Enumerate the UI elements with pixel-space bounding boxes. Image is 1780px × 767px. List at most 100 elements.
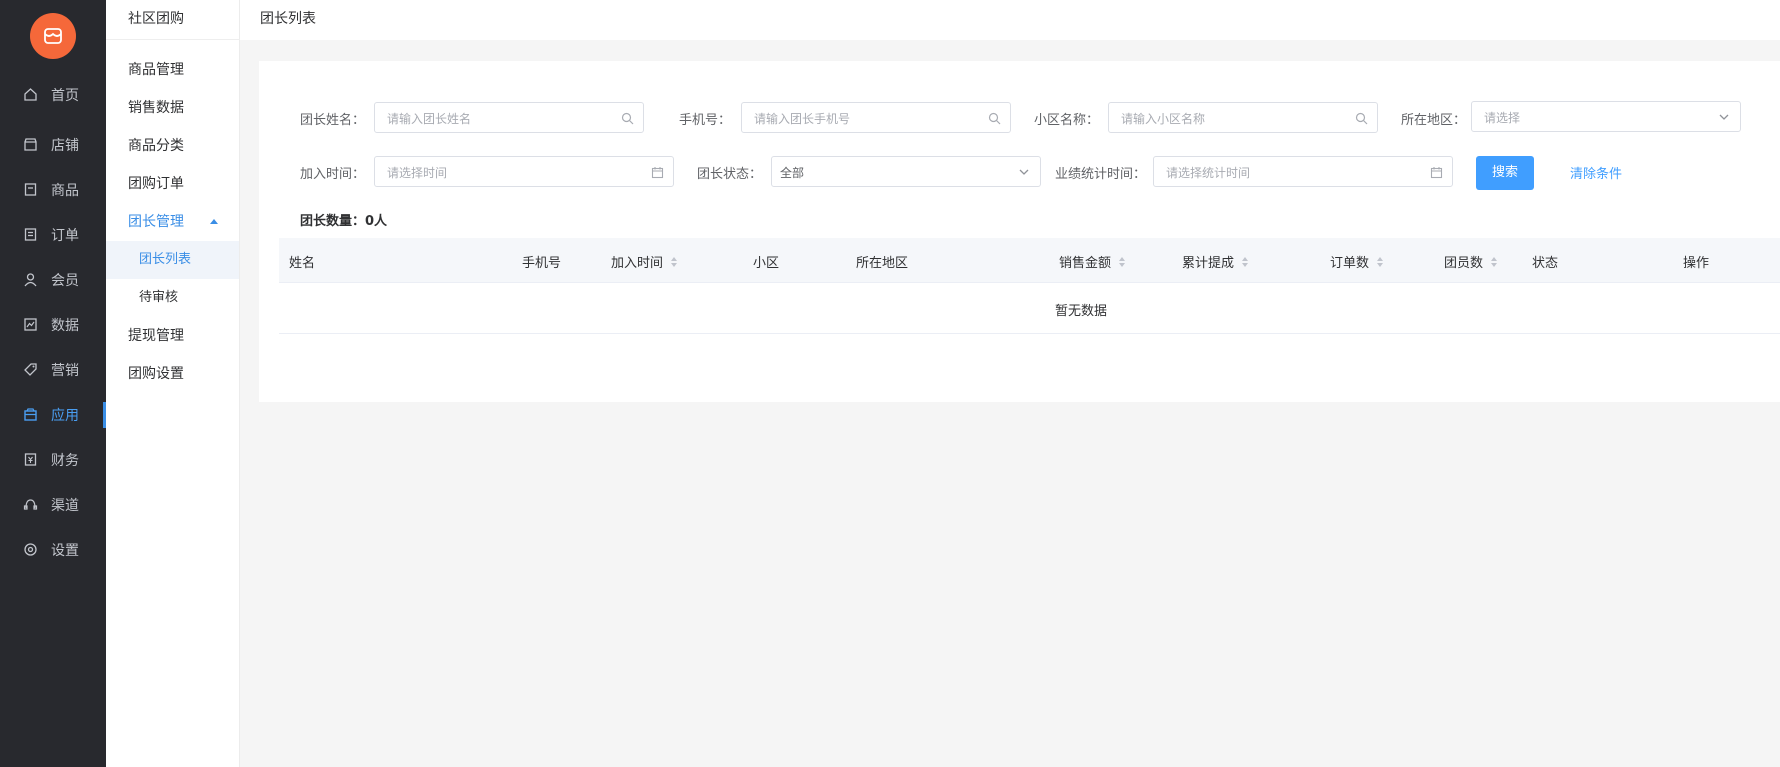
col-join-time[interactable]: 加入时间 (611, 252, 678, 271)
nav-item-channel[interactable]: 渠道 (0, 479, 106, 530)
home-icon (22, 86, 38, 102)
col-region: 所在地区 (856, 256, 909, 271)
placeholder: 请输入团长姓名 (387, 112, 472, 126)
app-icon (22, 406, 38, 422)
community-input[interactable]: 请输入小区名称 (1108, 102, 1378, 133)
status-label: 团长状态： (697, 167, 763, 182)
order-icon (22, 226, 38, 242)
page-header: 团长列表 (240, 0, 1780, 40)
phone-input[interactable]: 请输入团长手机号 (741, 102, 1011, 133)
search-icon (987, 111, 1001, 125)
nav-item-settings[interactable]: 设置 (0, 524, 106, 575)
nav-label: 设置 (51, 543, 79, 559)
chevron-down-icon (1717, 110, 1731, 124)
sub-child-pending-review[interactable]: 待审核 (106, 279, 239, 317)
col-member-count[interactable]: 团员数 (1444, 252, 1498, 271)
sort-icon[interactable] (1491, 256, 1498, 267)
sub-item-sales-data[interactable]: 销售数据 (106, 89, 239, 127)
sub-item-leader-manage[interactable]: 团长管理 (106, 203, 239, 241)
table-header: 姓名 手机号 加入时间 小区 所在地区 销售金额 累计提成 订单数 团员数 状态… (279, 238, 1780, 283)
empty-text: 暂无数据 (1055, 304, 1108, 319)
status-select[interactable]: 全部 (771, 156, 1041, 187)
nav-item-home[interactable]: 首页 (0, 69, 106, 120)
nav-item-member[interactable]: 会员 (0, 254, 106, 305)
sub-child-leader-list[interactable]: 团长列表 (106, 241, 239, 279)
table-empty-row: 暂无数据 (279, 283, 1780, 334)
placeholder: 请选择时间 (387, 166, 448, 180)
col-sales-amount[interactable]: 销售金额 (1059, 252, 1126, 271)
caret-up-icon (210, 219, 218, 224)
nav-item-marketing[interactable]: 营销 (0, 344, 106, 395)
clear-filters-link[interactable]: 清除条件 (1570, 163, 1622, 182)
nav-item-app[interactable]: 应用 (0, 389, 106, 440)
placeholder: 请输入小区名称 (1121, 112, 1206, 126)
nav-item-finance[interactable]: 财务 (0, 434, 106, 485)
main-card: 团长姓名： 请输入团长姓名 手机号： 请输入团长手机号 小区名称： 请输入小区名… (259, 61, 1780, 402)
sub-item-goods-manage[interactable]: 商品管理 (106, 51, 239, 89)
store-logo[interactable] (30, 13, 76, 59)
sub-item-group-order[interactable]: 团购订单 (106, 165, 239, 203)
region-label: 所在地区： (1401, 113, 1467, 128)
chevron-down-icon (1017, 165, 1031, 179)
leader-count-label: 团长数量： (300, 214, 366, 229)
calendar-icon (1429, 165, 1443, 179)
nav-item-store[interactable]: 店铺 (0, 119, 106, 170)
main-nav: 首页 店铺 商品 订单 会员 数据 营销 应用 财务 渠道 设置 (0, 0, 106, 767)
placeholder: 请选择统计时间 (1166, 166, 1251, 180)
col-actions: 操作 (1683, 256, 1710, 271)
page-title: 团长列表 (260, 11, 316, 27)
nav-label: 数据 (51, 318, 79, 334)
sort-icon[interactable] (1377, 256, 1384, 267)
nav-item-goods[interactable]: 商品 (0, 164, 106, 215)
placeholder: 请输入团长手机号 (754, 112, 851, 126)
shop-icon (44, 28, 62, 44)
leader-count: 团长数量：0人 (300, 210, 387, 229)
join-time-picker[interactable]: 请选择时间 (374, 156, 674, 187)
nav-item-data[interactable]: 数据 (0, 299, 106, 350)
join-time-label: 加入时间： (300, 167, 366, 182)
sort-icon[interactable] (1119, 256, 1126, 267)
sub-item-withdraw-manage[interactable]: 提现管理 (106, 317, 239, 355)
member-icon (22, 271, 38, 287)
store-icon (22, 136, 38, 152)
nav-label: 首页 (51, 88, 79, 104)
placeholder: 请选择 (1484, 111, 1521, 125)
sub-item-group-settings[interactable]: 团购设置 (106, 355, 239, 393)
col-phone: 手机号 (522, 256, 562, 271)
col-name: 姓名 (289, 256, 316, 271)
sub-menu-title: 社区团购 (106, 0, 240, 40)
name-label: 团长姓名： (300, 113, 366, 128)
nav-label: 营销 (51, 363, 79, 379)
nav-label: 渠道 (51, 498, 79, 514)
gear-icon (22, 541, 38, 557)
channel-icon (22, 496, 38, 512)
data-icon (22, 316, 38, 332)
search-icon (1354, 111, 1368, 125)
stat-time-label: 业绩统计时间： (1055, 167, 1147, 182)
nav-label: 商品 (51, 183, 79, 199)
sub-menu: 社区团购 商品管理 销售数据 商品分类 团购订单 团长管理 团长列表 待审核 提… (106, 0, 240, 767)
calendar-icon (650, 165, 664, 179)
region-select[interactable]: 请选择 (1471, 101, 1741, 132)
nav-item-order[interactable]: 订单 (0, 209, 106, 260)
goods-icon (22, 181, 38, 197)
nav-label: 订单 (51, 228, 79, 244)
col-community: 小区 (753, 256, 780, 271)
tag-icon (22, 361, 38, 377)
nav-label: 应用 (51, 408, 79, 424)
sort-icon[interactable] (671, 256, 678, 267)
leader-name-input[interactable]: 请输入团长姓名 (374, 102, 644, 133)
nav-label: 财务 (51, 453, 79, 469)
col-commission[interactable]: 累计提成 (1182, 252, 1249, 271)
search-button[interactable]: 搜索 (1476, 156, 1534, 190)
search-icon (620, 111, 634, 125)
stat-time-picker[interactable]: 请选择统计时间 (1153, 156, 1453, 187)
sort-icon[interactable] (1242, 256, 1249, 267)
nav-label: 会员 (51, 273, 79, 289)
col-order-count[interactable]: 订单数 (1330, 252, 1384, 271)
status-value: 全部 (780, 166, 805, 180)
nav-label: 店铺 (51, 138, 79, 154)
phone-label: 手机号： (679, 113, 732, 128)
leader-count-value: 0人 (365, 214, 388, 229)
sub-item-goods-category[interactable]: 商品分类 (106, 127, 239, 165)
